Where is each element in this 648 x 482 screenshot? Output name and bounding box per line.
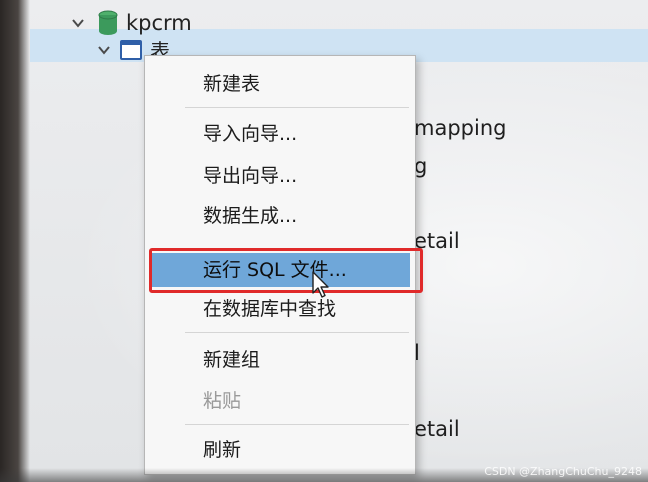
watermark-text: CSDN @ZhangChuChu_9248 xyxy=(484,465,642,478)
menu-separator xyxy=(185,107,409,108)
tree-item-partial[interactable]: g xyxy=(414,154,427,178)
table-icon xyxy=(120,39,142,60)
menu-separator xyxy=(185,424,409,425)
menu-item-data-generation[interactable]: 数据生成... xyxy=(145,199,415,233)
menu-item-refresh[interactable]: 刷新 xyxy=(145,433,415,467)
tree-node-database[interactable]: kpcrm xyxy=(72,10,192,36)
mouse-cursor-icon xyxy=(312,271,329,298)
menu-item-import-wizard[interactable]: 导入向导... xyxy=(145,117,415,151)
annotation-highlight-box xyxy=(149,248,423,293)
menu-separator xyxy=(185,332,409,333)
tree-item-partial[interactable]: mapping xyxy=(414,116,506,140)
tree-item-partial[interactable]: etail xyxy=(414,417,460,441)
database-name-label: kpcrm xyxy=(126,11,192,35)
menu-item-new-group[interactable]: 新建组 xyxy=(145,343,415,377)
menu-item-find-in-database[interactable]: 在数据库中查找 xyxy=(145,292,415,326)
chevron-down-icon[interactable] xyxy=(72,17,84,29)
database-icon xyxy=(98,10,118,35)
menu-item-new-table[interactable]: 新建表 xyxy=(145,67,415,101)
monitor-bezel xyxy=(0,0,30,482)
chevron-down-icon[interactable] xyxy=(98,44,110,56)
menu-item-export-wizard[interactable]: 导出向导... xyxy=(145,159,415,193)
menu-item-paste: 粘贴 xyxy=(203,390,242,412)
